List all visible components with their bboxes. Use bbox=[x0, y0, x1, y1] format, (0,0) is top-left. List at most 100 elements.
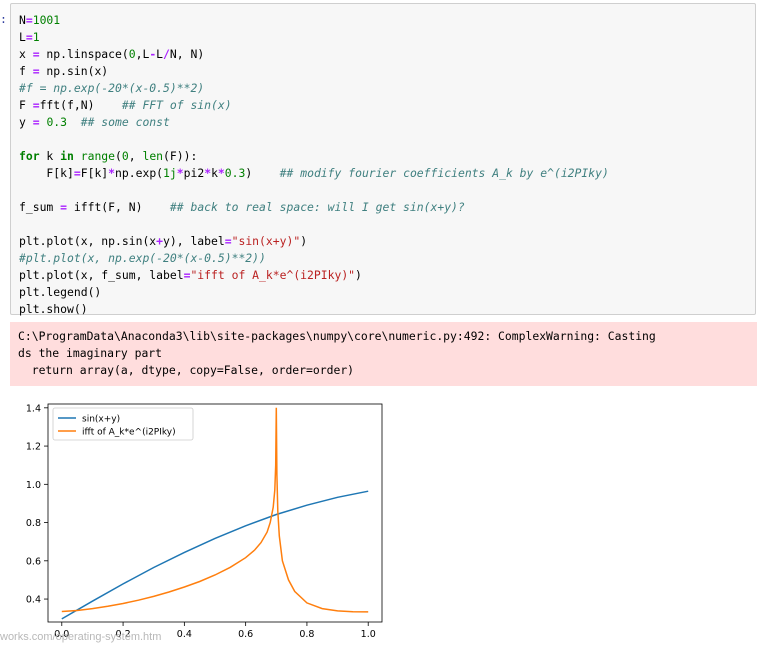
code-token: 1001 bbox=[32, 13, 61, 27]
code-token: ) bbox=[355, 268, 362, 282]
code-token: 0 bbox=[121, 149, 129, 163]
stderr-line: C:\ProgramData\Anaconda3\lib\site-packag… bbox=[18, 329, 656, 343]
code-token: F[k] bbox=[19, 166, 74, 180]
stderr-output: C:\ProgramData\Anaconda3\lib\site-packag… bbox=[10, 322, 757, 386]
code-token: ## back to real space: will I get sin(x+… bbox=[169, 200, 465, 214]
code-token: "ifft of A_k*e^(i2PIky)" bbox=[190, 268, 356, 282]
code-line: x = np.linspace(0,L-L/N, N) bbox=[19, 46, 609, 63]
code-line: L=1 bbox=[19, 29, 609, 46]
code-token: / bbox=[163, 47, 170, 61]
code-token: 0.3 bbox=[46, 115, 68, 129]
legend-label: sin(x+y) bbox=[82, 415, 120, 425]
code-token: ## FFT of sin(x) bbox=[121, 98, 232, 112]
code-token: plt.legend() bbox=[19, 285, 102, 299]
code-token: plt.plot(x, np.sin(x bbox=[19, 234, 157, 248]
code-token: ## modify fourier coefficients A_k by e^… bbox=[279, 166, 609, 180]
code-token: L bbox=[19, 30, 26, 44]
x-tick-label: 0.4 bbox=[177, 629, 192, 640]
code-token: fft(f,N) bbox=[39, 98, 122, 112]
code-token: ,L bbox=[135, 47, 150, 61]
code-token: len bbox=[142, 149, 164, 163]
code-token: F[k] bbox=[80, 166, 109, 180]
code-line: F =fft(f,N) ## FFT of sin(x) bbox=[19, 97, 609, 114]
code-token: y bbox=[19, 115, 33, 129]
code-token: #plt.plot(x, np.exp(-20*(x-0.5)**2)) bbox=[19, 251, 266, 265]
y-tick-label: 1.4 bbox=[26, 403, 41, 414]
code-token: "sin(x+y)" bbox=[231, 234, 301, 248]
code-token: #f = np.exp(-20*(x-0.5)**2) bbox=[19, 81, 205, 95]
code-line: y = 0.3 ## some const bbox=[19, 114, 609, 131]
code-line: N=1001 bbox=[19, 12, 609, 29]
code-token: np.sin(x) bbox=[39, 64, 109, 78]
code-token: ( bbox=[115, 149, 122, 163]
code-token: plt.plot(x, f_sum, label bbox=[19, 268, 184, 282]
code-token: ) bbox=[245, 166, 280, 180]
code-line: plt.legend() bbox=[19, 284, 609, 301]
y-tick-label: 0.4 bbox=[26, 595, 41, 606]
code-token: ) bbox=[300, 234, 308, 248]
stderr-line: ds the imaginary part bbox=[18, 346, 163, 360]
watermark-text: works.com/operating-system.htm bbox=[0, 631, 162, 643]
code-line: f_sum = ifft(F, N) ## back to real space… bbox=[19, 199, 609, 216]
code-line: #plt.plot(x, np.exp(-20*(x-0.5)**2)) bbox=[19, 250, 609, 267]
code-token: f bbox=[19, 64, 33, 78]
code-token: k bbox=[39, 149, 61, 163]
code-token: = bbox=[25, 30, 33, 44]
code-line: plt.plot(x, f_sum, label="ifft of A_k*e^… bbox=[19, 267, 609, 284]
code-line: #f = np.exp(-20*(x-0.5)**2) bbox=[19, 80, 609, 97]
code-token: N bbox=[19, 13, 26, 27]
y-tick-label: 0.6 bbox=[26, 556, 41, 567]
x-tick-label: 1.0 bbox=[361, 629, 376, 640]
code-token: = bbox=[73, 166, 81, 180]
code-token: = bbox=[32, 64, 40, 78]
code-line: f = np.sin(x) bbox=[19, 63, 609, 80]
x-tick-label: 0.8 bbox=[299, 629, 314, 640]
y-tick-label: 1.2 bbox=[26, 442, 41, 453]
plot-output: 0.0 0.2 0.4 0.6 0.8 1.0 0.4 0.6 0.8 1.0 1.2 1.4 sin(… bbox=[0, 396, 400, 645]
stderr-line: return array(a, dtype, copy=False, order… bbox=[18, 363, 355, 377]
code-editor[interactable]: N=1001 L=1 x = np.linspace(0,L-L/N, N) f = … bbox=[19, 12, 609, 318]
code-token: L bbox=[156, 47, 164, 61]
code-token: = bbox=[60, 200, 68, 214]
legend-label: ifft of A_k*e^(i2PIky) bbox=[82, 428, 176, 438]
code-token: N, N) bbox=[169, 47, 205, 61]
code-token: 0.3 bbox=[224, 166, 246, 180]
code-token: + bbox=[156, 234, 164, 248]
code-token: np.exp( bbox=[115, 166, 164, 180]
code-token: = bbox=[25, 13, 33, 27]
cell-prompt: : bbox=[0, 12, 7, 26]
code-cell-input[interactable]: N=1001 L=1 x = np.linspace(0,L-L/N, N) f = … bbox=[10, 3, 756, 318]
code-token: k bbox=[211, 166, 218, 180]
code-token: = bbox=[32, 47, 40, 61]
y-tick-label: 0.8 bbox=[26, 518, 41, 529]
code-token: * bbox=[176, 166, 184, 180]
code-token: * bbox=[108, 166, 116, 180]
code-token: for bbox=[19, 149, 40, 163]
code-token: ## some const bbox=[80, 115, 170, 129]
code-token: 1 bbox=[32, 30, 40, 44]
line-chart: 0.0 0.2 0.4 0.6 0.8 1.00.40.60.81.01.21.4sin(… bbox=[26, 403, 383, 640]
code-token: (F)): bbox=[163, 149, 198, 163]
code-token: plt.show() bbox=[19, 302, 88, 316]
code-token: = bbox=[32, 115, 40, 129]
code-token: F bbox=[19, 98, 33, 112]
code-token: range bbox=[80, 149, 116, 163]
code-token: 0 bbox=[128, 47, 136, 61]
code-token: np.linspace( bbox=[39, 47, 129, 61]
code-line: F[k]=F[k]*np.exp(1j*pi2*k*0.3) ## modify… bbox=[19, 165, 609, 182]
y-tick-label: 1.0 bbox=[26, 480, 41, 491]
code-token: , bbox=[128, 149, 143, 163]
code-line: plt.show() bbox=[19, 301, 609, 318]
code-token: = bbox=[224, 234, 232, 248]
code-token: in bbox=[60, 149, 74, 163]
code-token: 1j bbox=[163, 166, 177, 180]
code-token: y), label bbox=[163, 234, 225, 248]
code-token: f_sum bbox=[19, 200, 61, 214]
code-token: = bbox=[32, 98, 40, 112]
code-token: ifft(F, N) bbox=[67, 200, 170, 214]
